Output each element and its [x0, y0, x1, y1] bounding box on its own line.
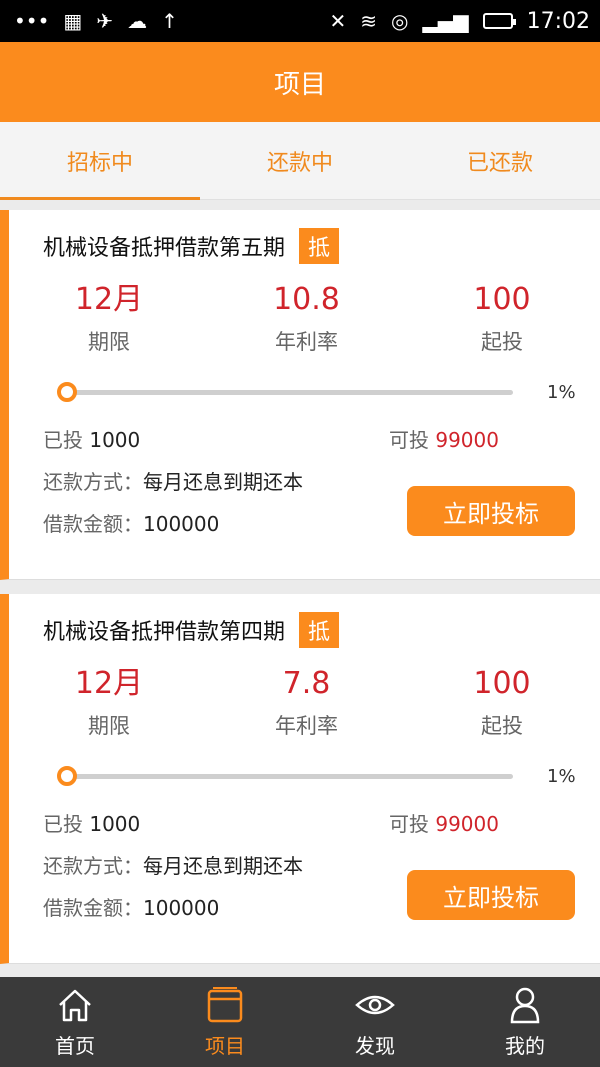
collateral-badge: 抵 [299, 612, 340, 648]
repay-method-value: 每月还息到期还本 [143, 470, 303, 494]
nav-home[interactable]: 首页 [0, 977, 150, 1067]
available-amount: 99000 [435, 428, 499, 452]
rate-label: 年利率 [275, 714, 338, 738]
bottom-navigation: 首页 项目 发现 我的 [0, 977, 600, 1067]
term-label: 期限 [88, 330, 130, 354]
nav-mine[interactable]: 我的 [450, 977, 600, 1067]
data-icon: ◎ [390, 9, 409, 33]
mute-icon: ✕ [329, 9, 347, 33]
bid-now-button[interactable]: 立即投标 [407, 486, 575, 536]
wifi-icon: ≋ [360, 9, 377, 33]
min-invest-label: 起投 [481, 330, 523, 354]
wallet-icon [207, 986, 243, 1022]
repay-method: 还款方式：每月还息到期还本 [43, 470, 303, 494]
rate-stat: 10.8 年利率 [209, 282, 404, 356]
tab-bidding[interactable]: 招标中 [0, 122, 200, 200]
progress-bar [53, 382, 513, 402]
invested-info: 已投 1000 [43, 428, 141, 452]
tab-repaid[interactable]: 已还款 [400, 122, 600, 199]
rate-stat: 7.8 年利率 [209, 666, 404, 740]
project-title: 机械设备抵押借款第四期 [43, 620, 286, 645]
status-bar: ••• ▦ ✈ ☁ ↑ ✕ ≋ ◎ ▂▄▆ 17:02 [0, 0, 600, 42]
term-stat: 12月 期限 [9, 666, 209, 740]
nav-discover-label: 发现 [355, 1033, 395, 1058]
rate-value: 10.8 [273, 282, 340, 317]
available-amount: 99000 [435, 812, 499, 836]
nav-home-label: 首页 [55, 1033, 95, 1058]
app-header: 项目 [0, 42, 600, 122]
available-info: 可投 99000 [389, 428, 499, 452]
tab-repaying[interactable]: 还款中 [200, 122, 400, 199]
project-title-row: 机械设备抵押借款第五期 抵 [43, 228, 340, 264]
rate-label: 年利率 [275, 330, 338, 354]
invested-amount: 1000 [89, 812, 141, 836]
min-invest-value: 100 [473, 666, 531, 701]
term-value: 12月 [74, 666, 144, 701]
project-list: 机械设备抵押借款第五期 抵 12月 期限 10.8 年利率 100 起投 1% … [0, 210, 600, 978]
home-icon [59, 989, 91, 1021]
project-title: 机械设备抵押借款第五期 [43, 236, 286, 261]
loan-amount: 借款金额：100000 [43, 896, 220, 920]
min-invest-label: 起投 [481, 714, 523, 738]
tab-bar: 招标中 还款中 已还款 [0, 122, 600, 200]
nav-mine-label: 我的 [505, 1033, 545, 1058]
page-title: 项目 [273, 69, 326, 100]
bid-now-button[interactable]: 立即投标 [407, 870, 575, 920]
nav-discover[interactable]: 发现 [300, 977, 450, 1067]
project-card[interactable]: 机械设备抵押借款第四期 抵 12月 期限 7.8 年利率 100 起投 1% 已… [0, 594, 600, 964]
upload-arrow-icon: ↑ [161, 9, 178, 33]
progress-knob [57, 382, 77, 402]
nav-projects[interactable]: 项目 [150, 977, 300, 1067]
min-invest-stat: 100 起投 [404, 282, 600, 356]
progress-bar [53, 766, 513, 786]
grid-icon: ▦ [63, 9, 83, 33]
cloud-icon: ☁ [127, 9, 148, 33]
repay-method: 还款方式：每月还息到期还本 [43, 854, 303, 878]
loan-amount-value: 100000 [143, 896, 220, 920]
repay-method-value: 每月还息到期还本 [143, 854, 303, 878]
rate-value: 7.8 [282, 666, 331, 701]
min-invest-value: 100 [473, 282, 531, 317]
collateral-badge: 抵 [299, 228, 340, 264]
more-dots-icon: ••• [14, 9, 50, 33]
progress-track [61, 390, 513, 395]
progress-knob [57, 766, 77, 786]
project-card[interactable]: 机械设备抵押借款第五期 抵 12月 期限 10.8 年利率 100 起投 1% … [0, 210, 600, 580]
progress-percent: 1% [547, 766, 576, 787]
user-icon [510, 987, 540, 1023]
progress-track [61, 774, 513, 779]
project-title-row: 机械设备抵押借款第四期 抵 [43, 612, 340, 648]
loan-amount: 借款金额：100000 [43, 512, 220, 536]
invested-amount: 1000 [89, 428, 141, 452]
battery-icon [482, 13, 516, 29]
eye-icon [355, 995, 395, 1014]
nav-projects-label: 项目 [205, 1033, 245, 1058]
loan-amount-value: 100000 [143, 512, 220, 536]
term-label: 期限 [88, 714, 130, 738]
invested-info: 已投 1000 [43, 812, 141, 836]
min-invest-stat: 100 起投 [404, 666, 600, 740]
clock: 17:02 [526, 8, 590, 34]
available-info: 可投 99000 [389, 812, 499, 836]
project-stats: 12月 期限 10.8 年利率 100 起投 [9, 282, 600, 356]
project-stats: 12月 期限 7.8 年利率 100 起投 [9, 666, 600, 740]
signal-icon: ▂▄▆ [422, 9, 469, 33]
satellite-icon: ✈ [96, 9, 114, 33]
term-value: 12月 [74, 282, 144, 317]
progress-percent: 1% [547, 382, 576, 403]
term-stat: 12月 期限 [9, 282, 209, 356]
